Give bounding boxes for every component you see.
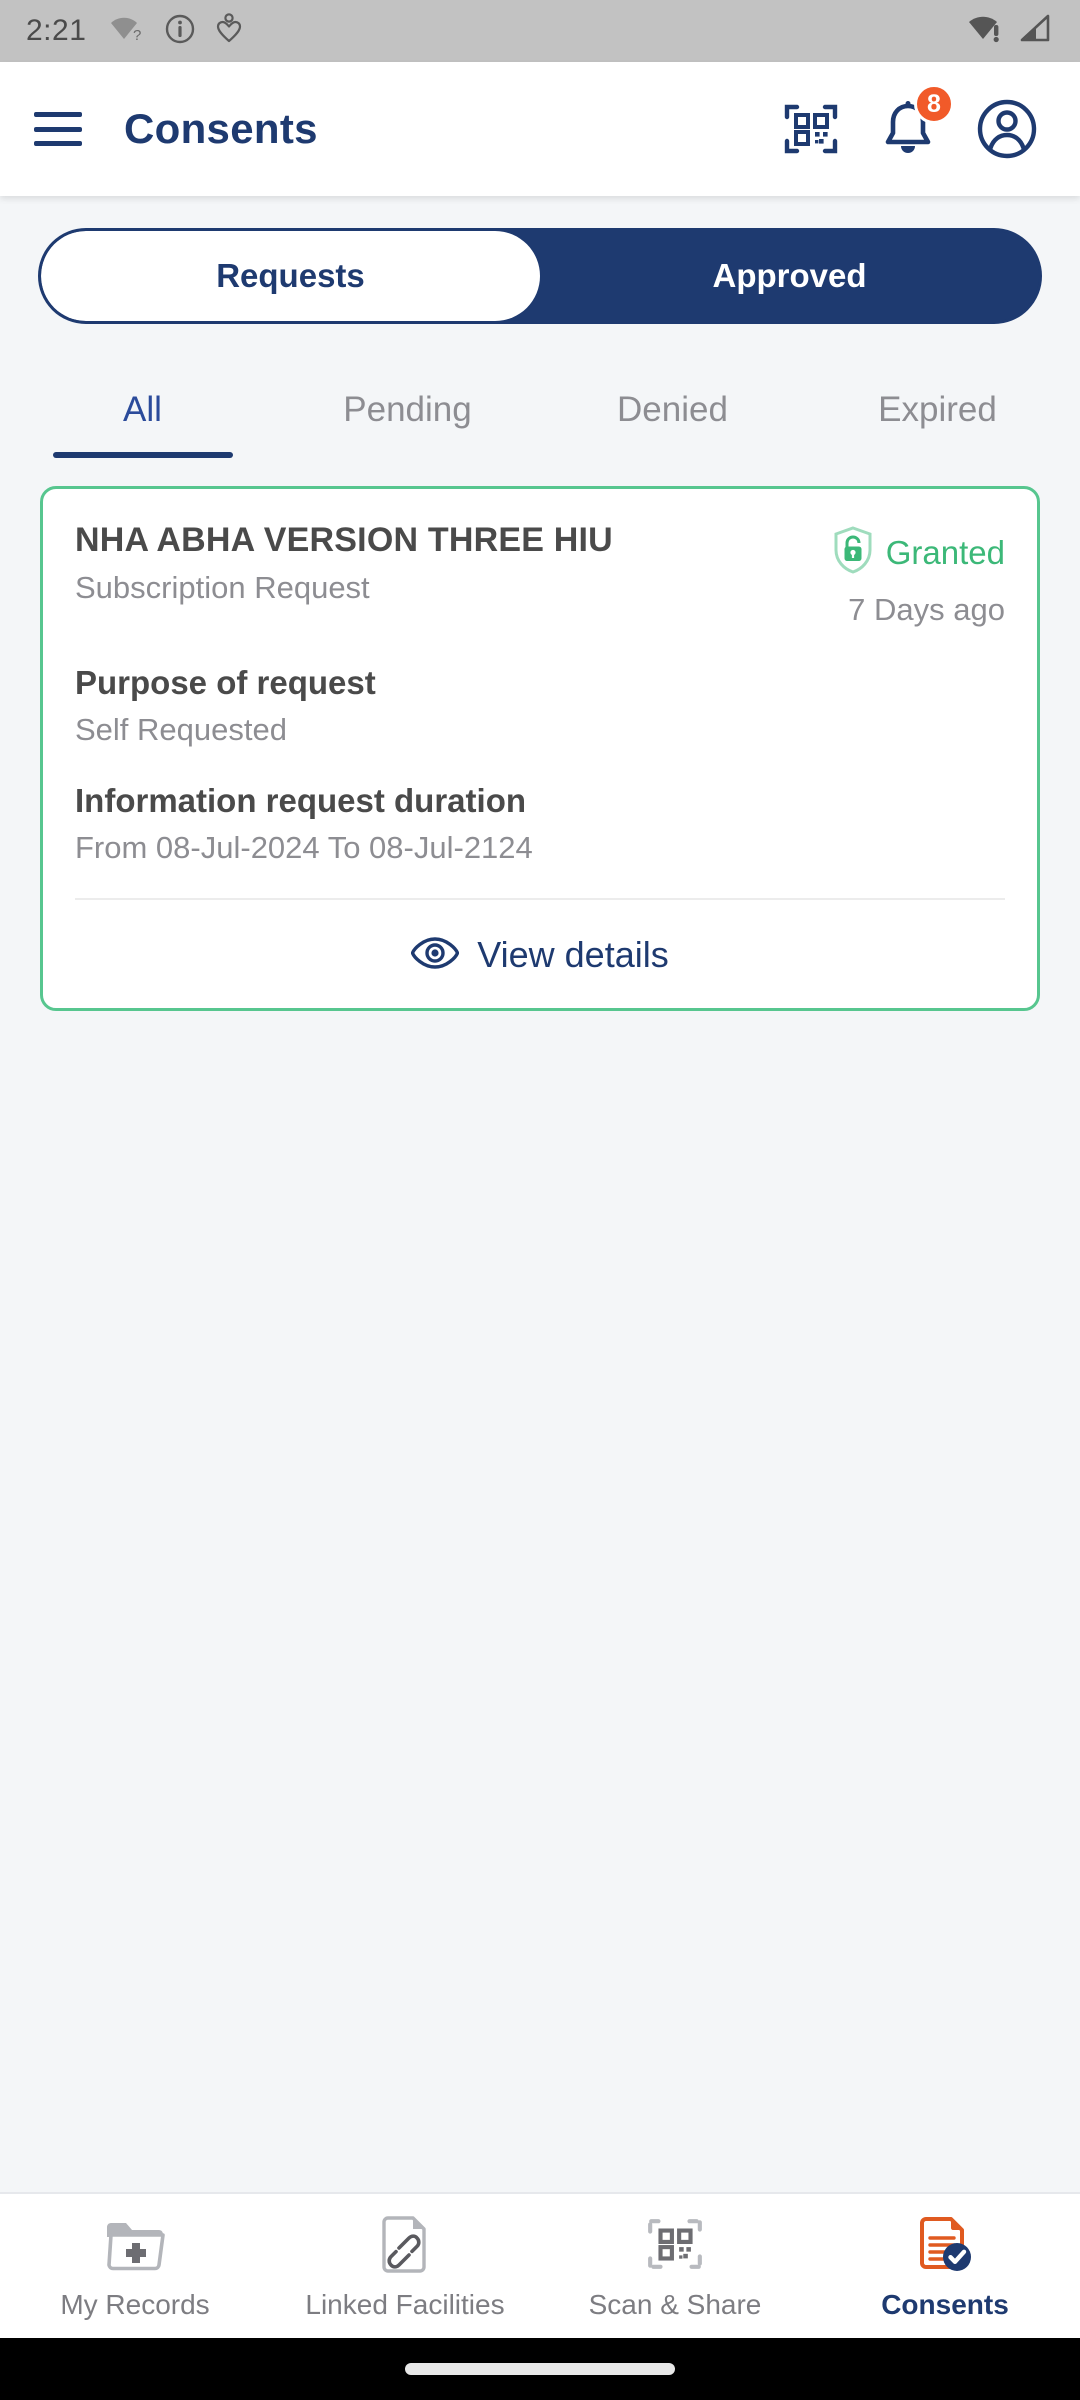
system-gesture-bar <box>0 2338 1080 2400</box>
status-bar: 2:21 ? <box>0 0 1080 62</box>
info-circle-icon <box>164 13 196 50</box>
nav-item-scan-share[interactable]: Scan & Share <box>540 2211 810 2321</box>
header-actions: 8 <box>782 84 1046 160</box>
field-duration-value: From 08-Jul-2024 To 08-Jul-2124 <box>75 830 533 865</box>
nav-label-scan-share: Scan & Share <box>588 2289 762 2320</box>
view-details-button[interactable]: View details <box>43 900 1037 1008</box>
consent-card-status-block: Granted 7 Days ago <box>832 521 1005 628</box>
consent-list: NHA ABHA VERSION THREE HIU Subscription … <box>0 458 1080 2192</box>
shield-lock-icon <box>832 525 874 580</box>
nav-item-my-records[interactable]: My Records <box>0 2211 270 2321</box>
filter-tabs: All Pending Denied Expired <box>0 366 1080 458</box>
qr-scan-icon[interactable] <box>782 100 840 158</box>
folder-plus-icon <box>103 2211 167 2277</box>
nav-label-my-records: My Records <box>60 2289 210 2320</box>
nav-label-consents: Consents <box>881 2289 1009 2320</box>
consent-card-identity: NHA ABHA VERSION THREE HIU Subscription … <box>75 521 832 628</box>
status-badge: Granted <box>832 525 1005 580</box>
cellular-signal-icon <box>1020 14 1054 49</box>
field-purpose: Purpose of request Self Requested <box>75 664 1005 748</box>
consent-card[interactable]: NHA ABHA VERSION THREE HIU Subscription … <box>40 486 1040 1011</box>
nav-item-linked-facilities[interactable]: Linked Facilities <box>270 2211 540 2321</box>
status-bar-clock: 2:21 <box>26 14 87 47</box>
document-check-icon <box>915 2211 975 2277</box>
bell-icon[interactable]: 8 <box>882 84 954 158</box>
nav-label-linked-facilities: Linked Facilities <box>305 2289 505 2320</box>
tab-pending[interactable]: Pending <box>275 366 540 458</box>
nav-item-consents[interactable]: Consents <box>810 2211 1080 2321</box>
field-purpose-label: Purpose of request <box>75 664 376 701</box>
field-duration-label: Information request duration <box>75 782 527 819</box>
consent-card-header: NHA ABHA VERSION THREE HIU Subscription … <box>43 489 1037 654</box>
svg-text:?: ? <box>133 27 141 43</box>
consent-card-body: Purpose of request Self Requested Inform… <box>43 654 1037 898</box>
view-details-label: View details <box>477 934 669 975</box>
status-bar-right-icons <box>968 14 1054 49</box>
tab-all[interactable]: All <box>10 366 275 458</box>
app-header: Consents 8 <box>0 62 1080 196</box>
consent-card-subtitle: Subscription Request <box>75 570 370 605</box>
heart-person-icon <box>216 12 242 50</box>
eye-icon <box>410 936 460 975</box>
gesture-pill[interactable] <box>405 2363 675 2375</box>
tab-expired[interactable]: Expired <box>805 366 1070 458</box>
wifi-alert-icon <box>968 14 1006 49</box>
segment-requests[interactable]: Requests <box>41 231 540 321</box>
tab-denied[interactable]: Denied <box>540 366 805 458</box>
status-badge-label: Granted <box>885 533 1005 571</box>
qr-scan-icon <box>645 2211 705 2277</box>
account-circle-icon[interactable] <box>976 98 1038 160</box>
segmented-control: Requests Approved <box>38 228 1042 324</box>
document-link-icon <box>377 2211 433 2277</box>
consent-card-timestamp: 7 Days ago <box>848 592 1005 627</box>
field-purpose-value: Self Requested <box>75 712 287 747</box>
consent-card-title: NHA ABHA VERSION THREE HIU <box>75 521 613 559</box>
wifi-question-icon: ? <box>110 15 144 48</box>
segment-approved[interactable]: Approved <box>540 231 1039 321</box>
segmented-control-wrapper: Requests Approved <box>0 196 1080 324</box>
app-screen: 2:21 ? Consents 8 Requests Approved All … <box>0 0 1080 2400</box>
hamburger-menu-icon[interactable] <box>34 112 82 146</box>
status-bar-left-icons: ? <box>110 12 242 50</box>
field-duration: Information request duration From 08-Jul… <box>75 782 1005 866</box>
page-title: Consents <box>124 105 318 152</box>
bottom-navigation: My Records Linked Facilities Scan & Shar… <box>0 2192 1080 2338</box>
notification-badge: 8 <box>914 84 954 124</box>
